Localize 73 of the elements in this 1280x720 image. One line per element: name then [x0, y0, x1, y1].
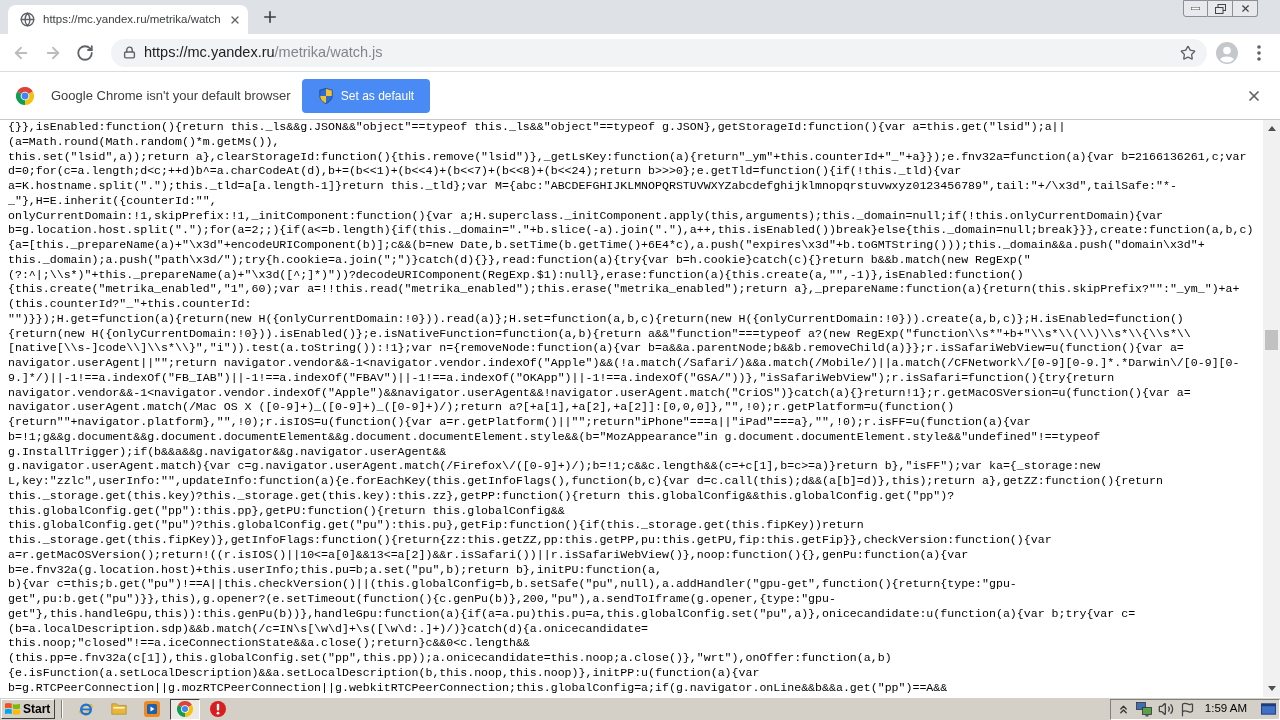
avatar-icon [1216, 41, 1238, 64]
code-line: {this.create("metrika_enabled","1",60);var a=!!this.read("metrika_enabled");this.erase("metrika_enabled");return a},_prepareName:function(a){return(this.skipPrefix?"":"_ym_")+a+ [8, 282, 1240, 297]
menu-icon [1257, 44, 1261, 61]
url-text: https://mc.yandex.ru/metrika/watch.js [144, 42, 383, 62]
code-line: (a=Math.round(Math.random()*m.getMs()), [8, 134, 280, 150]
browser-logo-icon [16, 86, 34, 105]
code-line: navigator.userAgent||"";return navigator.vendor&&-1<navigator.vendor.indexOf("Apple")&&(!a.match(/Safari/)&&a.match(/Mobile/)||a.match(/CFNetwork\/[0-9][0-9.]*.*Darwin\/[0-9][0- [8, 356, 1240, 371]
code-line: L,key:"zzlc",userInfo:"",updateInfo:function(a){e.forEachKey(this.getInfoFlags(),function(b,c){var d=c.call(this);d&&(a[b]=d)},this);return a},getZZ:function(){return [8, 474, 1163, 489]
browser-tab[interactable]: https://mc.yandex.ru/metrika/watch [8, 5, 248, 34]
code-line: {return""+navigator.platform},"",!0);r.isIOS=u(function(){var a=r.getPlatform()||"";return"iPhone"===a||"iPad"===a},"",!0);r.isFF=u(function(a){var [8, 415, 1031, 430]
browser-logo-icon [177, 701, 193, 717]
code-line: [native[\\s-]code\\]\\s*\\}","i")).test(a.toString()):!1};var n={removeNode:function(a){var b=a&&a.parentNode;b&&b.removeChild(a)}};r.isSafariWebView=u(function(){var a= [8, 341, 1184, 356]
code-line: get"},this.handleGpu,this)):this.genPu(b))},handleGpu:function(a){if(a=a.pu)this.pu=a,this.globalConfig.set("pu",a)},onicecandidate:u(function(a){var b;try{var c= [8, 606, 1136, 622]
code-line: this.set("lsid",a));return a},clearStorageId:function(){this.remove("lsid")},_getLsKey:function(a){return"_ym"+this.counterId+"_"+a}});e.fnv32a=function(a){var b=2166136261,c;var [8, 149, 1247, 165]
shield-icon [318, 87, 333, 104]
alert-circle-icon [210, 701, 226, 717]
code-line: this.globalConfig.get("pp"):this.pp},getPU:function(){return this.globalConfig&& [8, 503, 565, 519]
close-icon [1239, 3, 1251, 14]
flag-icon[interactable] [1179, 701, 1195, 717]
code-line: this._storage.get(this.fipKey)},getInfoFlags:function(){return{zz:this.getZZ,pp:this.getPP,pu:this.getPU,fip:this.getFip}},checkVersion:function(){var [8, 533, 1052, 548]
code-line: b=g.location.host.split(".");for(a=2;;){if(a<=b.length){if(this._domain="."+b.slice(-a).join("."),a++,this.isEnabled())break}else{this._domain=null;break}}},create:function(a,b,c) [8, 223, 1254, 238]
code-line: {}},isEnabled:function(){return this._ls&&g.JSON&&"object"==typeof this._ls&&"object"==typeof g.JSON},getStorageId:function(){var a=this.get("lsid");a|| [8, 120, 1066, 135]
infobar-message: Google Chrome isn't your default browser [51, 86, 291, 105]
code-line: _"},H=E.inherit({counterId:"", [8, 193, 217, 209]
code-line: navigator.vendor&&-1<navigator.vendor.indexOf("Apple")&&navigator.userAgent&&!navigator.userAgent.match("CriOS")}catch(a){}return!1};r.getMacOSVersion=u(function(){var a= [8, 385, 1191, 401]
code-line: (?:^|;\\s*)"+this._prepareName(a)+"\x3d([^;]*)"))?decodeURIComponent(RegExp.$1):null},erase:function(a){this.create(a,"",-1)},isEnabled:function() [8, 267, 1024, 283]
windows-flag-icon [5, 702, 20, 716]
code-line: b){var c=this;b.get("pu")!==A||this.checkVersion()||(this.globalConfig=b,b.setSafe("pu",null),a.addHandler("gpu-get",function(){return{type:"gpu- [8, 577, 1017, 592]
code-line: this.globalConfig.get("pu")?this.globalConfig.get("pu"):this.pu},getFip:function(){if(this._storage.get(this.fipKey))return [8, 518, 864, 533]
triangle-up-icon[interactable] [1267, 126, 1276, 131]
code-line: this.noop;"closed"!==a.iceConnectionState&&a.close();return}c&&0<c.length&& [8, 636, 530, 651]
code-line: {a=[this._prepareName(a)+"\x3d"+encodeURIComponent(b)];c&&(b=new Date,b.setTime(b.getTime()+6E4*c),a.push("expires\x3d"+b.toGMTString()));this._domain&&a.push("domain\x3d"+ [8, 238, 1205, 253]
triangle-down-icon[interactable] [1267, 686, 1276, 691]
code-line: "")}});H.get=function(a){return(new H({onlyCurrentDomain:!0})).read(a)};H.set=function(a,b,c){return(new H({onlyCurrentDomain:!0})).create(a,b,c)};H.isEnabled=function() [8, 311, 1184, 327]
plus-icon [261, 8, 279, 26]
taskbar-app-button[interactable] [170, 698, 200, 720]
code-line: (this.counterId?"_"+this.counterId: [8, 297, 252, 312]
restore-button[interactable] [1208, 0, 1233, 17]
code-line: g.navigator.userAgent.match){var c=g.navigator.userAgent.match(/Firefox\/([0-9]+)/);b=!1;c&&c.length&&(c=+c[1],b=c>=a)}return b},"isFF");var ka={_storage:new [8, 459, 1101, 474]
folder-icon [111, 701, 127, 717]
code-line: {return(new H({onlyCurrentDomain:!0})).isEnabled()};e.isNativeFunction=function(a,b){return a&&"function"===typeof a?(new RegExp("function\\s*"+b+"\\s*\\(\\)\\s*\\{\\s*\\ [8, 326, 1191, 342]
code-line: b=e.fnv32a(g.location.host)+this.userInfo;this.pu=b;a.set("pu",b);return b},initPU:function(a, [8, 562, 662, 578]
code-line: {e.isFunction(a.setLocalDescription)&&a.setLocalDescription(b,this.noop,this.noop)},initPP:u(function(a){var [8, 665, 760, 681]
address-bar[interactable]: https://mc.yandex.ru/metrika/watch.js [111, 38, 1207, 67]
code-line: g.InstallTrigger);if(b&&a&&g.navigator&&g.navigator.userAgent&& [8, 444, 447, 460]
start-button[interactable]: Start [1, 699, 55, 719]
code-line: navigator.userAgent.match(/Mac OS X ([0-9]+)_([0-9]+)_([0-9]+)/);return a?[+a[1],+a[2],+a[2]]:[0,0,0]},"",!0);r.getPlatform=u(function() [8, 400, 955, 415]
e-logo-icon [78, 701, 94, 717]
minimize-icon [1191, 7, 1200, 10]
code-line: b=g.RTCPeerConnection||g.mozRTCPeerConnection||g.webkitRTCPeerConnection;this.globalConfig=a;if(g.navigator.onLine&&b&&a.get("pp")==A&& [8, 680, 948, 696]
lock-icon [123, 46, 136, 59]
speaker-icon[interactable] [1157, 701, 1174, 717]
code-line: (this.pp=e.fnv32a(c[1]),this.globalConfig.set("pp",this.pp));a.onicecandidate=this.noop;a.close()},"wrt"),onOffer:function(a,b) [8, 651, 892, 666]
code-line: b=!1;g&&g.document&&g.document.documentElement&&g.document.documentElement.style&&(b="MozAppearance"in g.document.documentElement.style&&"undefined"!==typeof [8, 429, 1101, 445]
code-line: onlyCurrentDomain:!1,skipPrefix:!1,_initComponent:function(){var a;H.superclass._initComponent.apply(this,arguments);this._domain=null;if(!this.onlyCurrentDomain){var [8, 208, 1163, 224]
scrollbar-track[interactable] [1263, 120, 1280, 697]
code-line: this._storage.get(this.key)?this._storage.get(this.key):this.zz},getPP:function(){return this.globalConfig&&this.globalConfig.get("pp")? [8, 488, 955, 504]
restore-icon [1214, 3, 1226, 14]
close-window-button[interactable] [1233, 0, 1258, 17]
code-line: d=0;for(c=a.length;d<c;++d)b^=a.charCodeAt(d),b+=(b<<1)+(b<<4)+(b<<7)+(b<<8)+(b<<24);return b>>>0};e.getTld=function(){if(!this._tld){var [8, 164, 962, 179]
clock-text[interactable]: 1:59 AM [1204, 700, 1247, 718]
code-line: a=r.getMacOSVersion();return!((r.isIOS()||10<=a[0]&&13<=a[2])&&r.isSafari())||r.isSafariWebView()},noop:function(){},genPu:function(a){var [8, 547, 969, 563]
code-line: (b=a.localDescription.sdp)&&b.match(/c=IN\s[\w\d]+\s([\w\d:.]+)/)}catch(d){a.onicecandidate= [8, 621, 649, 637]
scrollbar-thumb[interactable] [1265, 330, 1278, 350]
media-player-icon [144, 701, 160, 717]
network-icon[interactable] [1135, 701, 1152, 717]
star-icon [1180, 44, 1196, 61]
code-line: get",pu:b.get("pu")}},this),g.opener?(e.setTimeout(function(){c.genPu(b)},200,"pu"),a.sendToIframe(g.opener,{type:"gpu- [8, 592, 836, 607]
reload-icon [76, 43, 94, 62]
code-line: this._domain);a.push("path\x3d/");try{h.cookie=a.join(";")}catch(d){}},read:function(a){try{var b=h.cookie}catch(c){}return b&&b.match(new RegExp(" [8, 252, 1031, 268]
code-line: 9.]*/)||-1!==a.indexOf("FB_IAB")||-1!==a.indexOf("FBAV")||-1!==a.indexOf("OKApp")||-1!==a.indexOf("GSA/"))},"isSafariWebView");r.isSafari=function(){try{return [8, 370, 1115, 386]
code-line: a=K.hostname.split(".");this._tld=a[a.length-1]}return this._tld};var M={abc:"ABCDEFGHIJKLMNOPQRSTUVWXYZabcdefghijklmnopqrstuvwxyz0123456789",tail:"+/\x3d",tailSafe:"*- [8, 179, 1177, 194]
globe-icon [20, 12, 35, 27]
